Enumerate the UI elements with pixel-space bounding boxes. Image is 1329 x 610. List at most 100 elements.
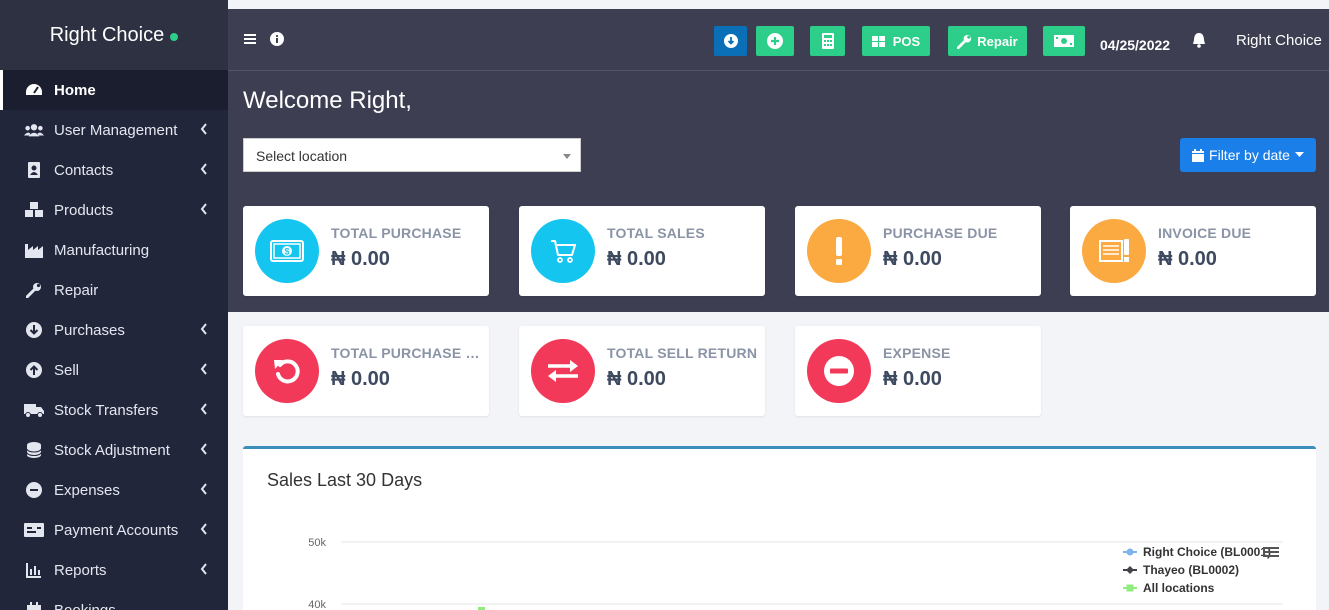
chevron-left-icon — [200, 403, 207, 415]
caret-down-icon — [563, 154, 571, 159]
cubes-icon — [24, 201, 44, 219]
sidebar-item-expenses[interactable]: Expenses — [0, 470, 228, 510]
chevron-left-icon — [200, 483, 207, 495]
menu-toggle-icon[interactable] — [244, 33, 256, 45]
legend-item[interactable]: Right Choice (BL0001) — [1123, 545, 1271, 559]
shopping-cart-icon — [531, 219, 595, 283]
download-button[interactable] — [714, 26, 747, 56]
legend-marker — [1126, 584, 1134, 592]
legend-item[interactable]: Thayeo (BL0002) — [1123, 563, 1239, 577]
stat-label: TOTAL PURCHASE — [331, 225, 462, 241]
svg-text:$: $ — [284, 247, 289, 257]
sidebar-item-reports[interactable]: Reports — [0, 550, 228, 590]
sidebar-item-manufacturing[interactable]: Manufacturing — [0, 230, 228, 270]
sidebar-item-label: Repair — [54, 281, 99, 299]
sidebar-item-payment-accounts[interactable]: Payment Accounts — [0, 510, 228, 550]
sidebar-item-stock-adjustment[interactable]: Stock Adjustment — [0, 430, 228, 470]
user-menu[interactable]: Right Choice — [1236, 32, 1322, 49]
sidebar-item-bookings[interactable]: Bookings — [0, 590, 228, 610]
minus-circle-icon — [807, 339, 871, 403]
sidebar: Right Choice Home User Management Contac… — [0, 0, 228, 610]
online-status-dot — [170, 33, 179, 41]
stat-value: ₦ 0.00 — [331, 368, 390, 390]
stat-card-total-sell-return[interactable]: TOTAL SELL RETURN ₦ 0.00 — [519, 326, 765, 416]
minus-circle-icon — [24, 481, 44, 499]
sidebar-item-label: User Management — [54, 121, 178, 139]
sidebar-item-user-management[interactable]: User Management — [0, 110, 228, 150]
pos-button[interactable]: POS — [862, 26, 930, 56]
stat-value: ₦ 0.00 — [883, 368, 942, 390]
current-date: 04/25/2022 — [1100, 37, 1171, 53]
stat-card-total-purchase-return[interactable]: TOTAL PURCHASE RETURN ₦ 0.00 — [243, 326, 489, 416]
info-icon[interactable] — [270, 32, 284, 46]
stat-card-total-purchase[interactable]: $ TOTAL PURCHASE ₦ 0.00 — [243, 206, 489, 296]
stat-label: INVOICE DUE — [1158, 225, 1252, 241]
add-button[interactable] — [756, 26, 794, 56]
money-check-icon — [24, 521, 44, 539]
sidebar-item-home[interactable]: Home — [0, 70, 228, 110]
welcome-heading: Welcome Right, — [243, 87, 412, 114]
money-bill-icon: $ — [255, 219, 319, 283]
stat-label: TOTAL PURCHASE RETURN — [331, 345, 487, 361]
sales-line-chart: 50k 40k Right Choice (BL0001) Thayeo (BL00… — [308, 537, 1283, 610]
legend-item[interactable]: All locations — [1123, 581, 1215, 595]
legend-label: All locations — [1143, 581, 1215, 595]
sidebar-item-label: Payment Accounts — [54, 521, 179, 539]
bell-icon[interactable] — [1191, 32, 1207, 48]
stat-card-invoice-due[interactable]: INVOICE DUE ₦ 0.00 — [1070, 206, 1316, 296]
undo-icon — [255, 339, 319, 403]
arrow-circle-down-icon — [723, 34, 738, 48]
sidebar-item-label: Contacts — [54, 161, 114, 179]
arrow-circle-up-icon — [24, 361, 44, 379]
users-icon — [24, 121, 44, 139]
calendar-icon — [1192, 148, 1205, 162]
legend-label: Right Choice (BL0001) — [1143, 545, 1271, 559]
y-tick-label: 50k — [308, 537, 326, 549]
truck-icon — [24, 401, 44, 419]
legend-marker — [1126, 566, 1134, 574]
repair-button[interactable]: Repair — [948, 26, 1027, 56]
wrench-icon — [957, 34, 972, 49]
cash-register-button[interactable] — [1043, 26, 1085, 56]
caret-down-icon — [1294, 152, 1304, 157]
chevron-left-icon — [200, 163, 207, 175]
exchange-icon — [531, 339, 595, 403]
chevron-left-icon — [200, 523, 207, 535]
sidebar-item-label: Expenses — [54, 481, 120, 499]
wrench-icon — [24, 281, 44, 299]
stat-card-purchase-due[interactable]: PURCHASE DUE ₦ 0.00 — [795, 206, 1041, 296]
stat-label: EXPENSE — [883, 345, 951, 361]
filter-by-date-button[interactable]: Filter by date — [1180, 138, 1316, 172]
brand[interactable]: Right Choice — [0, 0, 228, 70]
legend-label: Thayeo (BL0002) — [1143, 563, 1239, 577]
plus-circle-icon — [767, 33, 783, 49]
location-select[interactable]: Select location — [243, 138, 581, 172]
sidebar-item-products[interactable]: Products — [0, 190, 228, 230]
stat-value: ₦ 0.00 — [883, 248, 942, 270]
stat-card-total-sales[interactable]: TOTAL SALES ₦ 0.00 — [519, 206, 765, 296]
chart-menu-icon[interactable] — [1263, 547, 1279, 557]
sidebar-item-label: Sell — [54, 361, 80, 379]
sidebar-item-sell[interactable]: Sell — [0, 350, 228, 390]
y-tick-label: 40k — [308, 599, 326, 610]
stat-card-expense[interactable]: EXPENSE ₦ 0.00 — [795, 326, 1041, 416]
stat-label: PURCHASE DUE — [883, 225, 998, 241]
chevron-left-icon — [200, 123, 207, 135]
sidebar-item-label: Products — [54, 201, 114, 219]
stat-label: TOTAL SELL RETURN — [607, 345, 758, 361]
exclamation-icon — [807, 219, 871, 283]
legend-marker — [1126, 548, 1134, 556]
chevron-left-icon — [200, 203, 207, 215]
brand-name: Right Choice — [49, 23, 165, 46]
sidebar-item-contacts[interactable]: Contacts — [0, 150, 228, 190]
sidebar-item-stock-transfers[interactable]: Stock Transfers — [0, 390, 228, 430]
sidebar-item-purchases[interactable]: Purchases — [0, 310, 228, 350]
address-book-icon — [24, 161, 44, 179]
sidebar-item-label: Manufacturing — [54, 241, 150, 259]
sidebar-item-label: Purchases — [54, 321, 125, 339]
filter-by-date-label: Filter by date — [1209, 147, 1290, 163]
sidebar-item-repair[interactable]: Repair — [0, 270, 228, 310]
chevron-left-icon — [200, 363, 207, 375]
calendar-icon — [24, 601, 44, 610]
calculator-button[interactable] — [810, 26, 845, 56]
